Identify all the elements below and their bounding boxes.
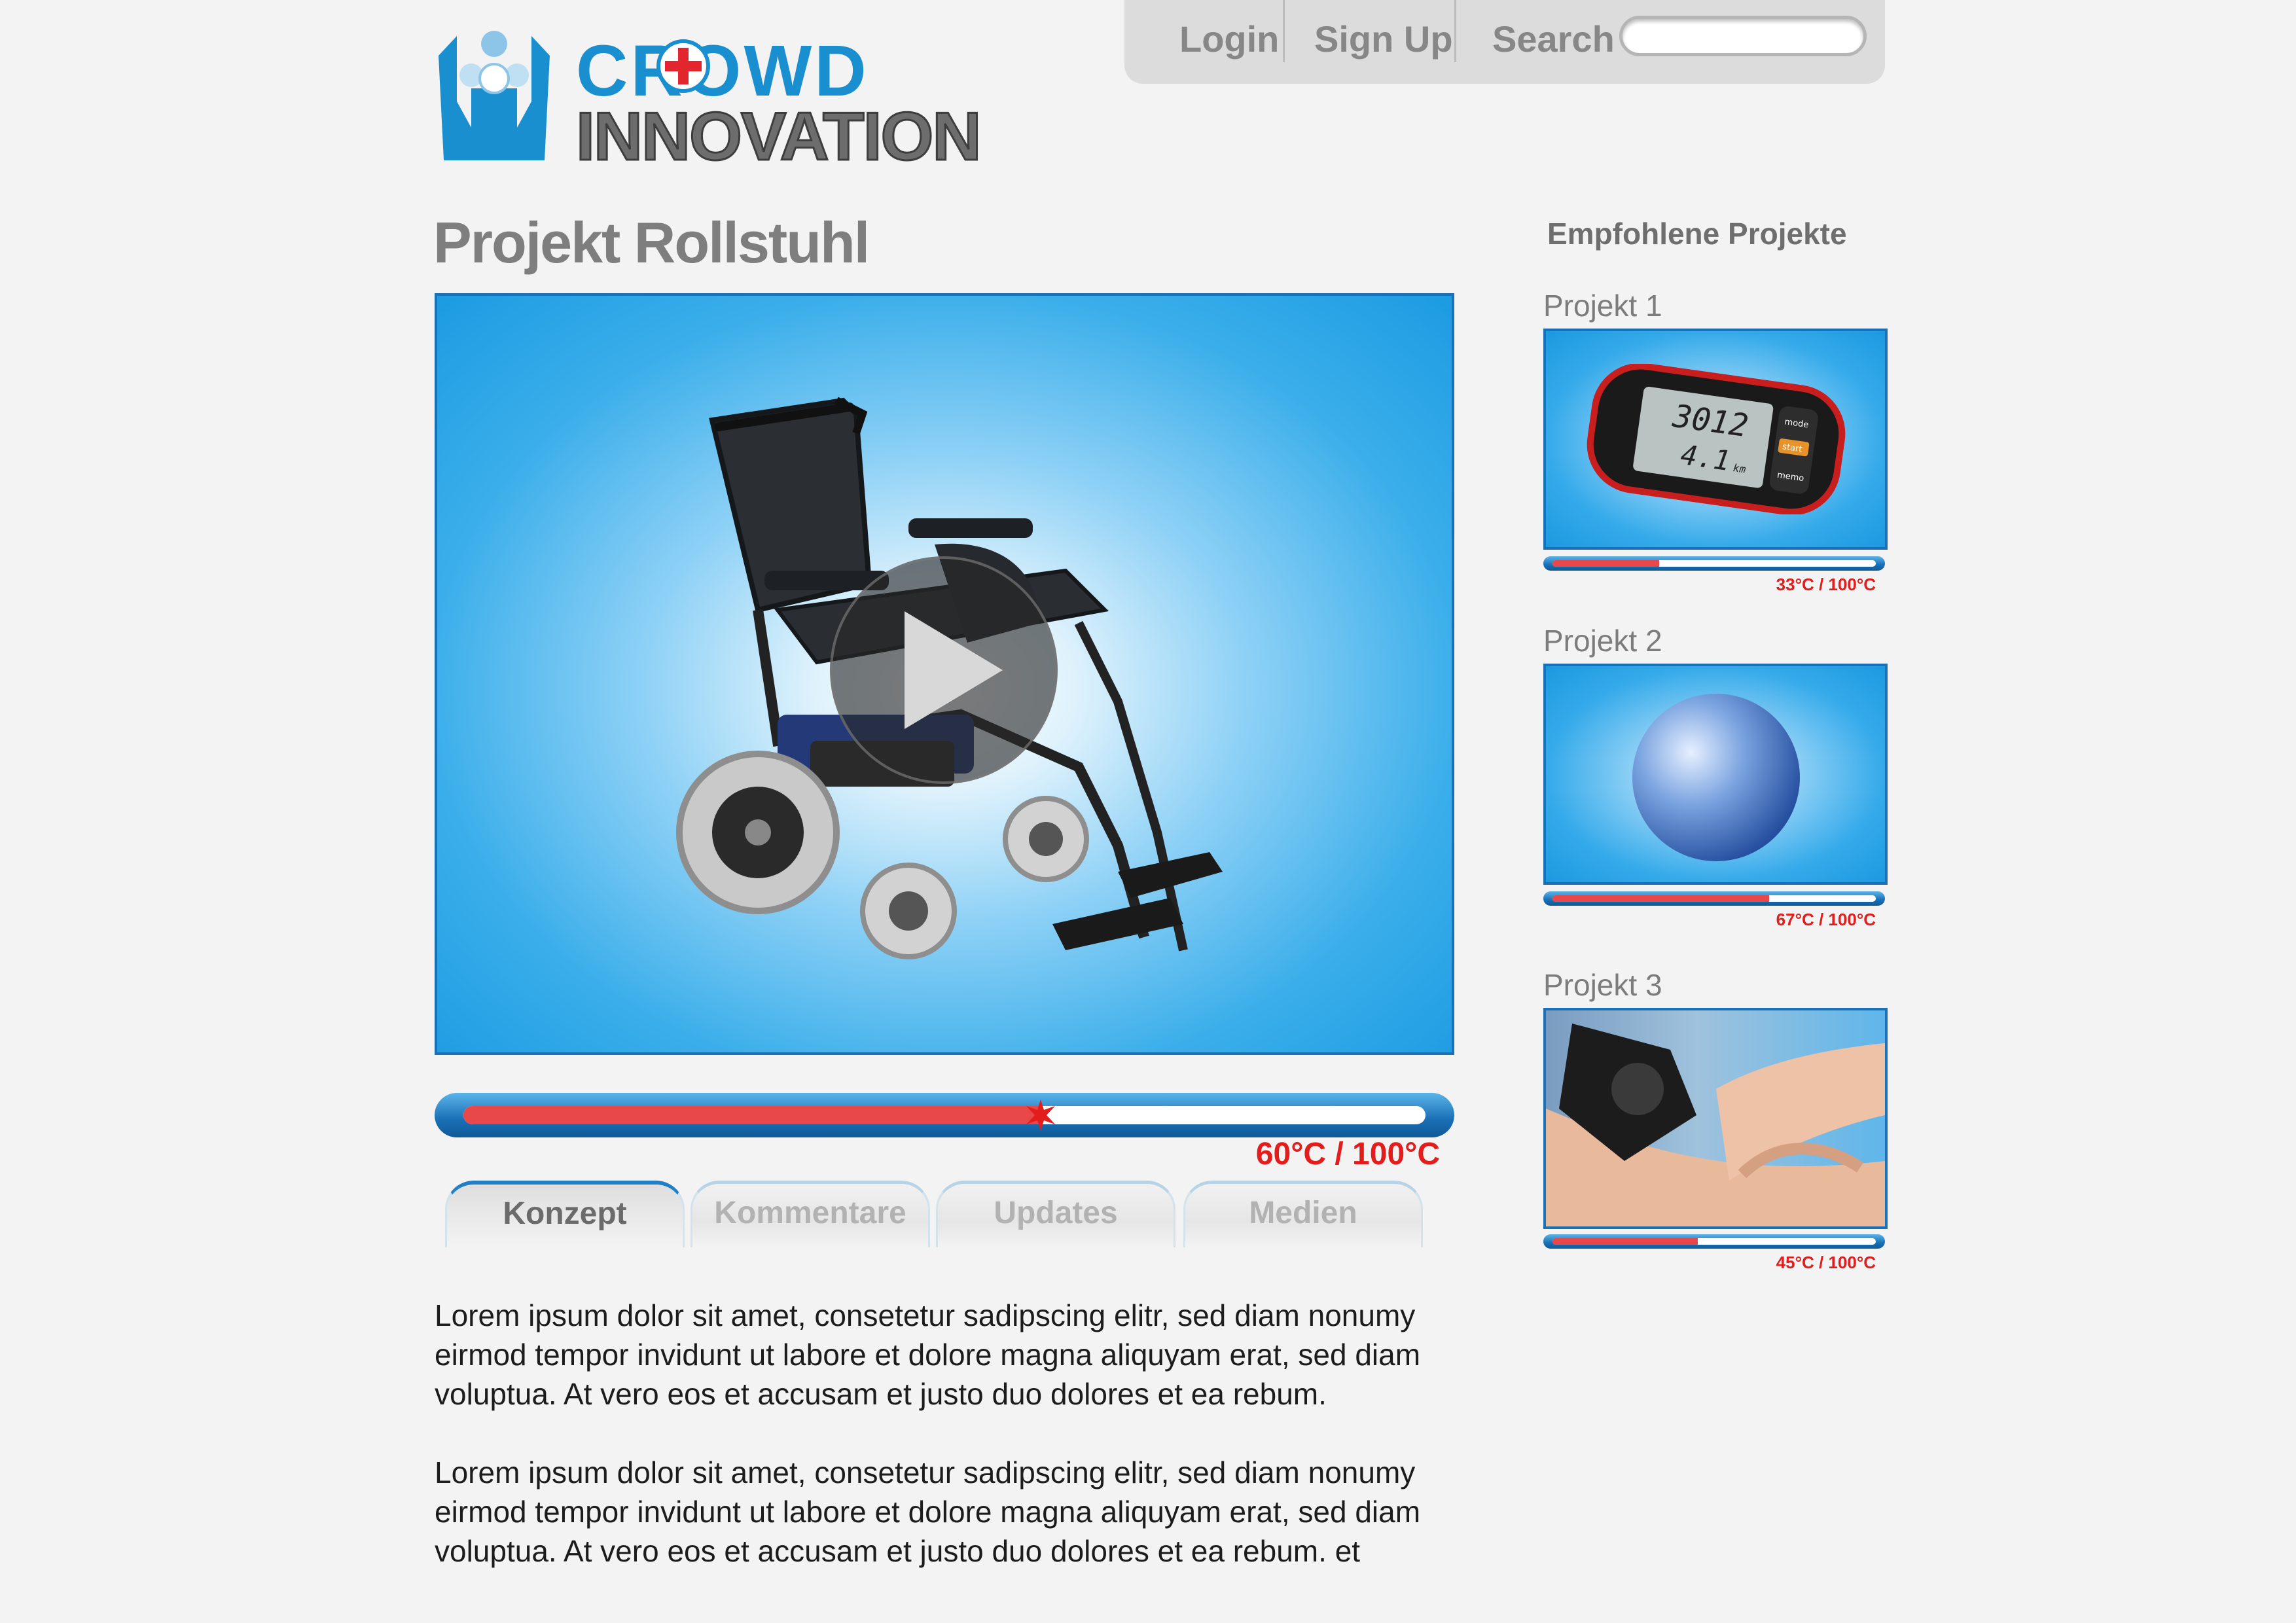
- page-title: Projekt Rollstuhl: [433, 210, 870, 275]
- progress-fill: [1552, 560, 1660, 567]
- project-3-temperature: 45°C / 100°C: [1776, 1253, 1876, 1272]
- project-2-thumbnail[interactable]: [1543, 664, 1888, 885]
- logo-people-icon: [439, 31, 550, 160]
- description-paragraph: Lorem ipsum dolor sit amet, consetetur s…: [435, 1455, 1421, 1568]
- progress-fill: [463, 1106, 1041, 1124]
- play-icon: [905, 611, 1003, 729]
- play-button[interactable]: [830, 556, 1058, 784]
- tab-medien[interactable]: Medien: [1183, 1181, 1423, 1247]
- progress-fill: [1552, 895, 1769, 902]
- search-input[interactable]: [1619, 16, 1867, 56]
- project-2-progress-bar: [1543, 891, 1885, 906]
- project-video[interactable]: [435, 293, 1454, 1055]
- tab-updates[interactable]: Updates: [936, 1181, 1175, 1247]
- project-2-temperature: 67°C / 100°C: [1776, 910, 1876, 929]
- logo-text-innovation: INNOVATION: [575, 98, 982, 176]
- nav-divider: [1454, 0, 1456, 62]
- project-1-progress-bar: [1543, 556, 1885, 571]
- progress-track: [1552, 560, 1876, 567]
- project-3-thumbnail[interactable]: [1543, 1008, 1888, 1229]
- nav-divider: [1283, 0, 1285, 62]
- search-label: Search: [1492, 18, 1615, 60]
- exercise-ball-image: [1632, 694, 1800, 861]
- temperature-label: 60°C / 100°C: [1255, 1137, 1440, 1171]
- project-1-thumbnail[interactable]: 3012 4.1 km mode start memo: [1543, 329, 1888, 550]
- project-3-label[interactable]: Projekt 3: [1543, 967, 1662, 1003]
- progress-track: [463, 1106, 1426, 1124]
- sidebar-title: Empfohlene Projekte: [1547, 217, 1847, 251]
- description-paragraph: Lorem ipsum dolor sit amet, consetetur s…: [435, 1298, 1421, 1411]
- progress-track: [1552, 895, 1876, 902]
- login-link[interactable]: Login: [1179, 14, 1279, 64]
- project-3-progress-bar: [1543, 1234, 1885, 1249]
- project-2-label[interactable]: Projekt 2: [1543, 623, 1662, 658]
- pedometer-image: 3012 4.1 km mode start memo: [1587, 364, 1846, 514]
- progress-fill: [1552, 1238, 1698, 1245]
- pedometer-display-unit: km: [1732, 461, 1747, 476]
- project-1-label[interactable]: Projekt 1: [1543, 288, 1662, 323]
- tab-kommentare[interactable]: Kommentare: [691, 1181, 930, 1247]
- project-1-temperature: 33°C / 100°C: [1776, 575, 1876, 594]
- top-navigation: Login Sign Up Search: [1124, 0, 1885, 84]
- progress-track: [1552, 1238, 1876, 1245]
- funding-progress-bar: [435, 1093, 1454, 1137]
- medical-cross-icon: [656, 39, 710, 93]
- spark-marker-icon: [1026, 1099, 1055, 1131]
- knee-brace-image: [1546, 1024, 1885, 1226]
- tab-konzept[interactable]: Konzept: [445, 1181, 685, 1247]
- crowd-innovation-logo[interactable]: CROWD INNOVATION: [432, 29, 982, 176]
- pedometer-display-distance: 4.1: [1679, 438, 1732, 477]
- signup-link[interactable]: Sign Up: [1314, 14, 1453, 64]
